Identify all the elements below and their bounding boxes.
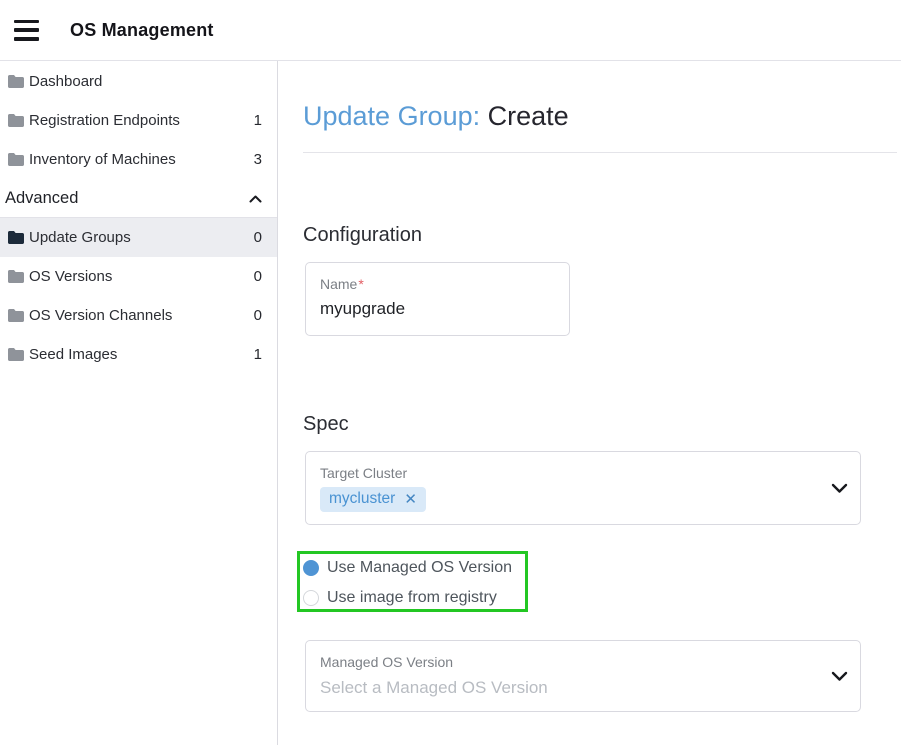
radio-selected-icon[interactable] (303, 560, 319, 576)
radio-use-image-from-registry[interactable]: Use image from registry (303, 583, 497, 612)
sidebar-item-os-versions[interactable]: OS Versions 0 (0, 257, 277, 296)
sidebar-item-count: 0 (254, 268, 262, 285)
sidebar-item-count: 1 (254, 112, 262, 129)
sidebar-item-count: 1 (254, 346, 262, 363)
managed-os-version-select[interactable]: Managed OS Version Select a Managed OS V… (305, 640, 861, 712)
sidebar-item-label: Seed Images (29, 346, 254, 363)
name-field-label: Name* (320, 276, 555, 292)
chevron-up-icon (249, 189, 262, 208)
folder-icon (8, 270, 24, 283)
target-cluster-chip[interactable]: mycluster ✕ (320, 487, 426, 512)
sidebar-item-update-groups[interactable]: Update Groups 0 (0, 218, 277, 257)
sidebar-item-label: Registration Endpoints (29, 112, 254, 129)
sidebar-item-count: 0 (254, 307, 262, 324)
target-cluster-select[interactable]: Target Cluster mycluster ✕ (305, 451, 861, 525)
spec-heading: Spec (303, 413, 349, 436)
folder-icon (8, 348, 24, 361)
sidebar: Dashboard Registration Endpoints 1 Inven… (0, 61, 278, 745)
managed-os-version-placeholder: Select a Managed OS Version (320, 678, 846, 698)
radio-use-managed-os-version[interactable]: Use Managed OS Version (303, 553, 512, 582)
sidebar-item-label: OS Version Channels (29, 307, 254, 324)
radio-label: Use Managed OS Version (327, 559, 512, 577)
managed-os-version-label: Managed OS Version (320, 654, 846, 670)
page-title-mode: Create (488, 101, 569, 131)
page-title: Update Group: Create (303, 101, 569, 132)
menu-icon[interactable] (14, 20, 39, 41)
folder-icon (8, 75, 24, 88)
sidebar-item-inventory-of-machines[interactable]: Inventory of Machines 3 (0, 140, 277, 179)
radio-label: Use image from registry (327, 589, 497, 607)
sidebar-item-registration-endpoints[interactable]: Registration Endpoints 1 (0, 101, 277, 140)
folder-icon (8, 231, 24, 244)
chip-remove-icon[interactable]: ✕ (404, 490, 417, 508)
radio-unselected-icon[interactable] (303, 590, 319, 606)
folder-icon (8, 309, 24, 322)
title-divider (303, 152, 897, 153)
app-title: OS Management (70, 20, 214, 41)
sidebar-item-label: Inventory of Machines (29, 151, 254, 168)
chevron-down-icon[interactable] (831, 671, 848, 682)
name-field[interactable]: Name* myupgrade (305, 262, 570, 336)
app-header: OS Management (0, 0, 901, 61)
name-field-value[interactable]: myupgrade (320, 299, 555, 319)
sidebar-item-dashboard[interactable]: Dashboard (0, 62, 277, 101)
screen: OS Management Dashboard Registration End… (0, 0, 901, 745)
sidebar-item-os-version-channels[interactable]: OS Version Channels 0 (0, 296, 277, 335)
target-cluster-label: Target Cluster (320, 465, 846, 481)
configuration-heading: Configuration (303, 224, 422, 247)
sidebar-item-label: OS Versions (29, 268, 254, 285)
sidebar-item-count: 0 (254, 229, 262, 246)
sidebar-item-count: 3 (254, 151, 262, 168)
page-title-prefix: Update Group: (303, 101, 480, 131)
main-content: Update Group: Create Configuration Name*… (278, 61, 901, 745)
sidebar-item-label: Update Groups (29, 229, 254, 246)
folder-icon (8, 153, 24, 166)
sidebar-item-seed-images[interactable]: Seed Images 1 (0, 335, 277, 374)
sidebar-item-label: Dashboard (29, 73, 262, 90)
sidebar-section-advanced[interactable]: Advanced (0, 179, 277, 218)
sidebar-section-label: Advanced (5, 189, 249, 208)
chip-label: mycluster (329, 490, 395, 508)
required-marker: * (358, 276, 363, 292)
chevron-down-icon[interactable] (831, 483, 848, 494)
folder-icon (8, 114, 24, 127)
